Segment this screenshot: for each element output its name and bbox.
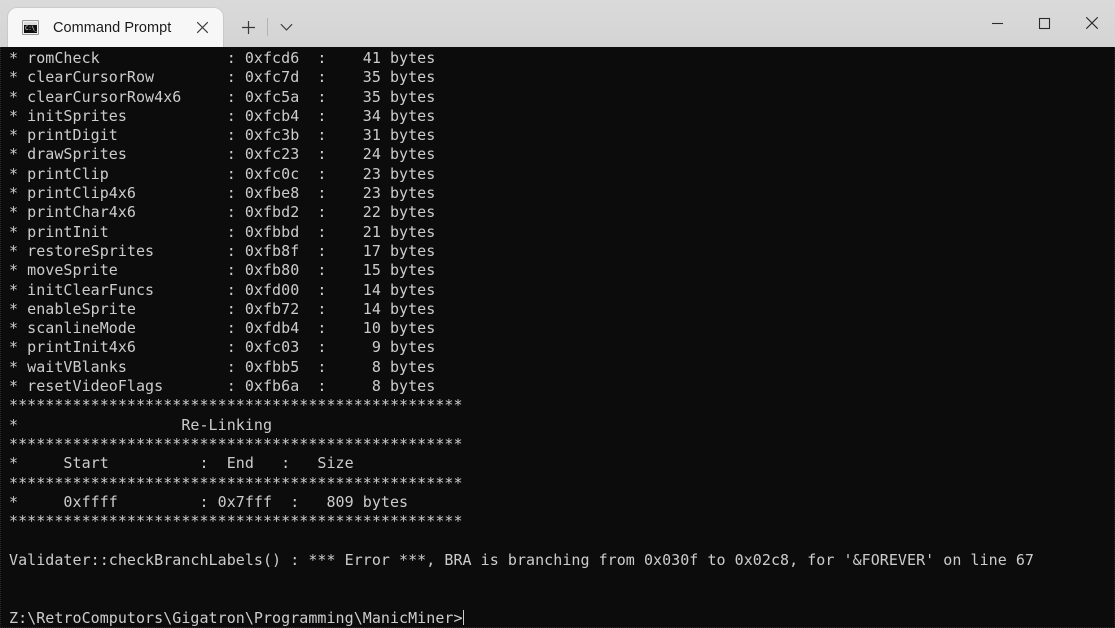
terminal-line: * waitVBlanks : 0xfbb5 : 8 bytes: [9, 357, 436, 376]
terminal-line: * printClip4x6 : 0xfbe8 : 23 bytes: [9, 184, 436, 203]
terminal-line: Validater::checkBranchLabels() : *** Err…: [9, 550, 1034, 569]
terminal-line: * restoreSprites : 0xfb8f : 17 bytes: [9, 241, 436, 260]
terminal-output-area[interactable]: * romCheck : 0xfcd6 : 41 bytes * clearCur…: [0, 47, 1115, 628]
terminal-line: ****************************************…: [9, 512, 463, 531]
close-button[interactable]: [1068, 0, 1115, 46]
terminal-text-buffer: * romCheck : 0xfcd6 : 41 bytes * clearCur…: [9, 49, 1114, 627]
text-cursor: [462, 609, 464, 625]
window-controls: [974, 0, 1115, 46]
terminal-line: * Start : End : Size: [9, 454, 354, 473]
terminal-line: * clearCursorRow : 0xfc7d : 35 bytes: [9, 68, 436, 87]
terminal-line: * printDigit : 0xfc3b : 31 bytes: [9, 126, 436, 145]
terminal-prompt-line[interactable]: Z:\RetroComputors\Gigatron\Programming\M…: [9, 608, 1114, 627]
tab-label: Command Prompt: [53, 19, 172, 36]
terminal-line: * resetVideoFlags : 0xfb6a : 8 bytes: [9, 377, 436, 396]
terminal-line: * clearCursorRow4x6 : 0xfc5a : 35 bytes: [9, 87, 436, 106]
terminal-line: * 0xffff : 0x7fff : 809 bytes: [9, 492, 409, 511]
tab-strip: C:\_ Command Prompt: [0, 0, 303, 47]
tab-command-prompt[interactable]: C:\_ Command Prompt: [8, 8, 223, 47]
terminal-line: * drawSprites : 0xfc23 : 24 bytes: [9, 145, 436, 164]
terminal-line: ****************************************…: [9, 473, 463, 492]
command-prompt-icon-text: C:\_: [25, 25, 38, 32]
terminal-line: ****************************************…: [9, 396, 463, 415]
new-tab-button[interactable]: [229, 11, 267, 43]
close-icon[interactable]: [187, 14, 217, 42]
terminal-line: * printInit4x6 : 0xfc03 : 9 bytes: [9, 338, 436, 357]
terminal-line: * romCheck : 0xfcd6 : 41 bytes: [9, 49, 436, 67]
terminal-line: * initClearFuncs : 0xfd00 : 14 bytes: [9, 280, 436, 299]
terminal-line: * enableSprite : 0xfb72 : 14 bytes: [9, 299, 436, 318]
title-bar[interactable]: C:\_ Command Prompt: [0, 0, 1115, 47]
prompt-path: Z:\RetroComputors\Gigatron\Programming\M…: [9, 608, 463, 627]
terminal-line: * Re-Linking: [9, 415, 273, 434]
terminal-line: * printClip : 0xfc0c : 23 bytes: [9, 164, 436, 183]
terminal-line: * scanlineMode : 0xfdb4 : 10 bytes: [9, 319, 436, 338]
terminal-line: ****************************************…: [9, 434, 463, 453]
minimize-button[interactable]: [974, 0, 1021, 46]
terminal-line: * printChar4x6 : 0xfbd2 : 22 bytes: [9, 203, 436, 222]
command-prompt-window: C:\_ Command Prompt * romCheck: 0xfcd6 …: [0, 0, 1115, 628]
command-prompt-icon: C:\_: [22, 20, 39, 35]
terminal-line: * moveSprite : 0xfb80 : 15 bytes: [9, 261, 436, 280]
terminal-line: * initSprites : 0xfcb4 : 34 bytes: [9, 106, 436, 125]
chevron-down-icon[interactable]: [267, 11, 303, 43]
maximize-button[interactable]: [1021, 0, 1068, 46]
terminal-line: * printInit : 0xfbbd : 21 bytes: [9, 222, 436, 241]
